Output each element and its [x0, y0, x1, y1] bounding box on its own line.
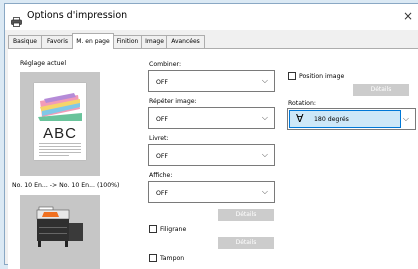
stamp-checkbox[interactable] — [149, 254, 157, 262]
poster-details-button[interactable]: Détails — [218, 209, 274, 221]
tab-favoris[interactable]: Favoris — [41, 35, 74, 48]
page-preview: ABC — [20, 72, 100, 176]
chevron-down-icon: ⌵ — [261, 113, 268, 122]
image-position-details-button[interactable]: Détails — [353, 84, 409, 96]
document-thumbnail: ABC — [34, 83, 86, 160]
tab-mise-en-page[interactable]: M. en page — [72, 33, 114, 49]
print-options-window: Options d'impression × Basique Favoris M… — [4, 3, 418, 269]
current-setting-label: Réglage actuel — [20, 60, 67, 67]
rotation-selected-highlight: ∀ 180 degrés — [289, 110, 401, 128]
tab-avancees[interactable]: Avancées — [166, 35, 205, 48]
chevron-down-icon: ⌵ — [261, 187, 268, 196]
stamp-label: Tampon — [160, 255, 185, 262]
chevron-down-icon: ⌵ — [261, 150, 268, 159]
title-bar: Options d'impression × — [5, 4, 418, 30]
poster-label: Affiche: — [149, 172, 173, 179]
repeat-image-label: Répéter image: — [149, 98, 197, 105]
paper-size-info: No. 10 En... -> No. 10 En... (100%) — [12, 182, 120, 189]
image-position-checkbox[interactable] — [288, 72, 296, 80]
layout-tab-panel: Réglage actuel ABC No. 10 En... -> No. 1… — [8, 48, 418, 269]
chevron-down-icon: ⌵ — [402, 114, 409, 123]
watermark-details-button[interactable]: Détails — [218, 237, 274, 249]
chevron-down-icon: ⌵ — [261, 76, 268, 85]
repeat-image-value: OFF — [156, 116, 168, 123]
combine-label: Combiner: — [149, 61, 182, 68]
tab-image[interactable]: Image — [141, 35, 168, 48]
tab-basique[interactable]: Basique — [8, 35, 42, 48]
rotate-180-icon: ∀ — [296, 112, 304, 125]
close-icon[interactable]: × — [403, 9, 413, 23]
image-position-label: Position image — [299, 73, 345, 80]
poster-value: OFF — [156, 190, 168, 197]
combine-select[interactable]: OFF ⌵ — [148, 70, 275, 92]
doc-sample-text: ABC — [43, 125, 77, 142]
printer-preview — [20, 195, 100, 269]
booklet-label: Livret: — [149, 135, 169, 142]
tab-finition[interactable]: Finition — [112, 35, 143, 48]
booklet-select[interactable]: OFF ⌵ — [148, 144, 275, 166]
printer-icon — [11, 12, 22, 31]
poster-select[interactable]: OFF ⌵ — [148, 181, 275, 203]
rotation-value: 180 degrés — [314, 116, 349, 123]
watermark-label: Filigrane — [160, 226, 187, 233]
booklet-value: OFF — [156, 153, 168, 160]
window-title: Options d'impression — [27, 10, 128, 21]
repeat-image-select[interactable]: OFF ⌵ — [148, 107, 275, 129]
watermark-checkbox[interactable] — [149, 225, 157, 233]
rotation-select[interactable]: ∀ 180 degrés ⌵ — [287, 108, 416, 130]
combine-value: OFF — [156, 79, 168, 86]
printer-device-icon — [36, 206, 83, 247]
rotation-label: Rotation: — [288, 100, 316, 107]
tab-bar: Basique Favoris M. en page Finition Imag… — [5, 33, 418, 49]
